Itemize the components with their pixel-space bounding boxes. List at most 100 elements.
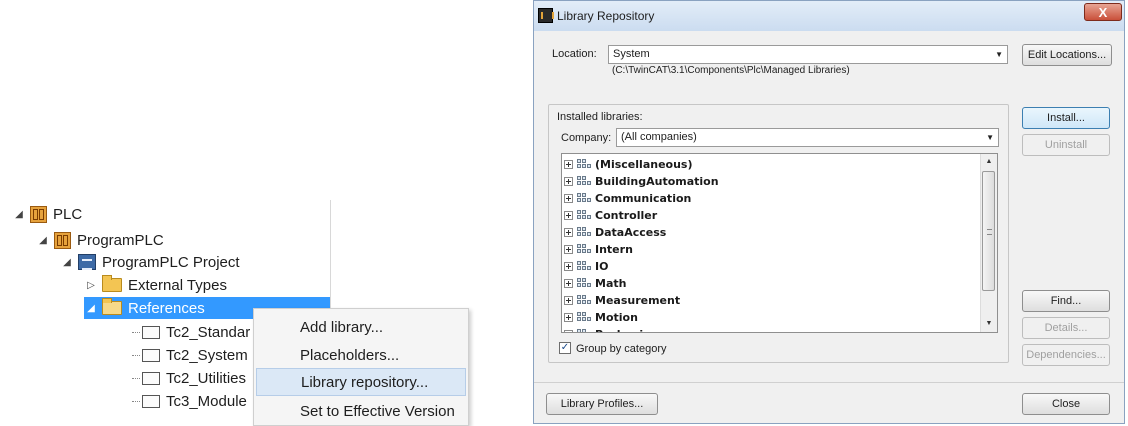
tree-node-library[interactable]: Tc3_Module — [130, 390, 247, 412]
dropdown-arrow-icon[interactable]: ▼ — [986, 129, 994, 146]
library-category-row[interactable]: IO — [564, 258, 608, 275]
expand-plus-icon[interactable] — [564, 313, 573, 322]
folder-icon — [102, 275, 122, 292]
details-button[interactable]: Details... — [1022, 317, 1110, 339]
library-category-row[interactable]: (Miscellaneous) — [564, 156, 693, 173]
menu-item-library-repository[interactable]: Library repository... — [256, 368, 466, 396]
tree-node-library[interactable]: Tc2_Utilities — [130, 367, 246, 389]
scroll-up-icon[interactable]: ▲ — [981, 154, 997, 170]
tree-node-label: Tc2_Standar — [166, 323, 251, 341]
library-category-icon — [577, 192, 591, 205]
close-window-button[interactable]: X — [1084, 3, 1122, 21]
library-category-row[interactable]: Packaging — [564, 326, 659, 332]
tree-node-label: Tc2_System — [166, 346, 248, 364]
company-value: (All companies) — [621, 131, 697, 143]
install-button[interactable]: Install... — [1022, 107, 1110, 129]
footer-separator — [534, 382, 1124, 383]
tree-connector — [132, 354, 140, 356]
menu-item-set-effective-version[interactable]: Set to Effective Version — [256, 397, 466, 425]
dependencies-button[interactable]: Dependencies... — [1022, 344, 1110, 366]
references-context-menu: Add library... Placeholders... Library r… — [253, 308, 469, 426]
location-dropdown[interactable]: System ▼ — [608, 45, 1008, 64]
plc-icon — [30, 205, 47, 223]
expand-plus-icon[interactable] — [564, 194, 573, 203]
expanded-arrow-icon[interactable]: ◢ — [12, 209, 26, 220]
tree-node-label: Tc3_Module — [166, 392, 247, 410]
library-category-icon — [577, 328, 591, 332]
expand-plus-icon[interactable] — [564, 177, 573, 186]
library-reference-icon — [142, 394, 160, 408]
tree-node-plc[interactable]: ◢ PLC — [12, 203, 82, 225]
uninstall-button[interactable]: Uninstall — [1022, 134, 1110, 156]
library-profiles-button[interactable]: Library Profiles... — [546, 393, 658, 415]
tree-node-project[interactable]: ◢ ProgramPLC Project — [60, 251, 240, 273]
list-scrollbar[interactable]: ▲ ▼ — [980, 154, 997, 332]
close-button[interactable]: Close — [1022, 393, 1110, 415]
tree-connector — [132, 400, 140, 402]
library-category-icon — [577, 260, 591, 273]
library-category-row[interactable]: Motion — [564, 309, 638, 326]
library-category-label: Intern — [595, 243, 633, 256]
dialog-titlebar[interactable]: Library Repository X — [534, 1, 1124, 31]
expand-plus-icon[interactable] — [564, 330, 573, 332]
tree-node-label: Tc2_Utilities — [166, 369, 247, 387]
tree-node-label: PLC — [53, 205, 83, 223]
tree-node-program-plc[interactable]: ◢ ProgramPLC — [36, 229, 164, 251]
library-category-row[interactable]: Intern — [564, 241, 633, 258]
expanded-arrow-icon[interactable]: ◢ — [36, 235, 50, 246]
location-label: Location: — [552, 48, 597, 60]
tree-node-external-types[interactable]: ▷ External Types — [84, 274, 227, 296]
find-button[interactable]: Find... — [1022, 290, 1110, 312]
company-dropdown[interactable]: (All companies) ▼ — [616, 128, 999, 147]
library-category-icon — [577, 209, 591, 222]
library-category-label: (Miscellaneous) — [595, 158, 693, 171]
project-icon — [78, 254, 96, 270]
library-category-icon — [577, 277, 591, 290]
library-category-label: Packaging — [595, 328, 659, 332]
tree-node-label: ProgramPLC Project — [102, 253, 240, 271]
tree-node-library[interactable]: Tc2_Standar — [130, 321, 250, 343]
location-path: (C:\TwinCAT\3.1\Components\Plc\Managed L… — [612, 65, 850, 76]
dialog-title: Library Repository — [557, 9, 655, 23]
grip-icon — [987, 229, 992, 235]
group-by-category-checkbox[interactable]: ✓ — [559, 342, 571, 354]
tree-connector — [132, 377, 140, 379]
expand-plus-icon[interactable] — [564, 296, 573, 305]
expanded-arrow-icon[interactable]: ◢ — [60, 257, 74, 268]
library-category-row[interactable]: Math — [564, 275, 626, 292]
library-category-icon — [577, 294, 591, 307]
expand-plus-icon[interactable] — [564, 211, 573, 220]
tree-node-library[interactable]: Tc2_System — [130, 344, 248, 366]
installed-libraries-label: Installed libraries: — [557, 111, 643, 123]
company-label: Company: — [561, 132, 612, 144]
expand-plus-icon[interactable] — [564, 245, 573, 254]
library-category-label: Communication — [595, 192, 692, 205]
scroll-down-icon[interactable]: ▼ — [981, 316, 997, 332]
expand-plus-icon[interactable] — [564, 160, 573, 169]
edit-locations-button[interactable]: Edit Locations... — [1022, 44, 1112, 66]
library-category-label: BuildingAutomation — [595, 175, 719, 188]
tree-node-label: External Types — [128, 276, 227, 294]
expand-plus-icon[interactable] — [564, 262, 573, 271]
collapsed-arrow-icon[interactable]: ▷ — [84, 280, 98, 291]
library-category-row[interactable]: Controller — [564, 207, 657, 224]
edit-locations-label: Edit Locations... — [1027, 49, 1107, 61]
library-category-row[interactable]: DataAccess — [564, 224, 666, 241]
menu-item-add-library[interactable]: Add library... — [256, 313, 466, 341]
expand-plus-icon[interactable] — [564, 228, 573, 237]
dropdown-arrow-icon[interactable]: ▼ — [995, 46, 1003, 63]
library-reference-icon — [142, 371, 160, 385]
library-category-icon — [577, 175, 591, 188]
installed-libraries-list[interactable]: (Miscellaneous) BuildingAutomation Communi… — [561, 153, 998, 333]
library-repository-icon — [538, 8, 554, 23]
expanded-arrow-icon[interactable]: ◢ — [84, 303, 98, 314]
scrollbar-thumb[interactable] — [982, 171, 995, 291]
library-reference-icon — [142, 348, 160, 362]
menu-item-placeholders[interactable]: Placeholders... — [256, 341, 466, 369]
library-category-row[interactable]: BuildingAutomation — [564, 173, 719, 190]
library-category-row[interactable]: Measurement — [564, 292, 680, 309]
library-category-row[interactable]: Communication — [564, 190, 691, 207]
library-category-icon — [577, 158, 591, 171]
solution-tree: ◢ PLC ◢ ProgramPLC ◢ ProgramPLC Project … — [0, 0, 520, 426]
expand-plus-icon[interactable] — [564, 279, 573, 288]
